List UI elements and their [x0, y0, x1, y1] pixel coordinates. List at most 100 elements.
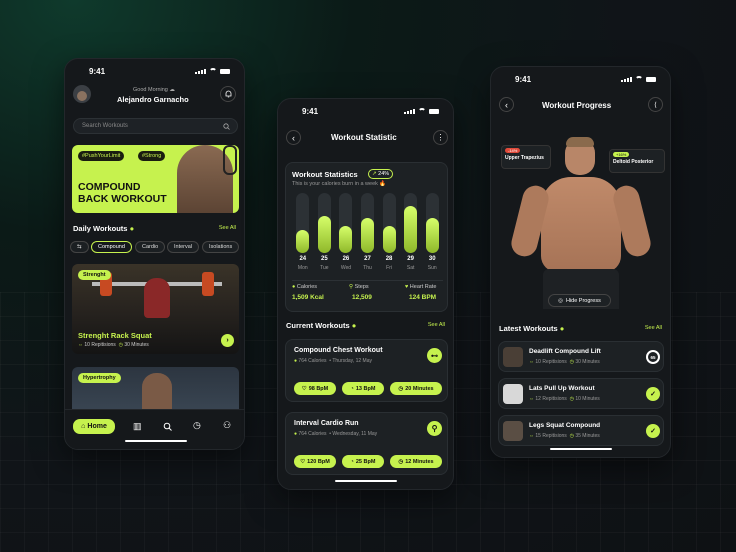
metric-heart-rate: ♥ Heart Rate — [405, 284, 436, 290]
thumbnail-image — [503, 384, 523, 404]
pill-minutes-value: 20 Minutes — [405, 385, 434, 392]
progress-ring: 65 — [646, 350, 660, 364]
latest-item-legs[interactable]: Legs Squat Compound ⇔ 15 Repitisions ◷ 3… — [498, 415, 664, 446]
signal-icon — [404, 109, 415, 114]
current-workouts-label: Current Workouts — [286, 321, 350, 330]
stats-icon[interactable]: ▥ — [133, 421, 142, 432]
dot-icon: ● — [559, 324, 565, 333]
filter-more[interactable]: ⇆ — [70, 241, 89, 253]
battery-icon — [646, 77, 656, 82]
hero-tag-2: #Strong — [138, 151, 166, 161]
search-bar[interactable]: Search Workouts — [73, 118, 238, 134]
clock-icon: ◷ — [118, 342, 123, 348]
hero-banner[interactable]: #PushYourLimit #Strong COMPOUND BACK WOR… — [72, 145, 239, 213]
clock-icon: ◷ — [398, 458, 404, 465]
metric-steps: ⚲ Steps — [349, 284, 369, 290]
back-button[interactable]: ‹ — [286, 130, 301, 145]
pill-bpm: ♡ 120 BpM — [294, 455, 336, 468]
pill-bpm-2-value: 13 BpM — [355, 385, 376, 392]
battery-icon — [220, 69, 230, 74]
see-all-link[interactable]: See All — [219, 225, 236, 231]
status-bar: 9:41 — [491, 75, 670, 87]
profile-icon[interactable]: ⚇ — [223, 420, 231, 431]
pill-bpm-value: 98 BpM — [308, 385, 329, 392]
dumbbell-icon[interactable]: ⊷ — [427, 348, 442, 363]
workout-date: Thursday, 12 May — [332, 358, 372, 364]
share-button[interactable]: ⟨ — [648, 97, 663, 112]
item-reps: 15 Repitisions — [535, 433, 567, 439]
filter-isolations[interactable]: Isolations — [202, 241, 240, 253]
bar-tue[interactable] — [317, 215, 331, 253]
notification-button[interactable] — [220, 86, 236, 102]
clock-icon: ◷ — [569, 396, 574, 402]
item-title: Legs Squat Compound — [529, 422, 601, 429]
search-icon[interactable] — [163, 422, 172, 431]
item-mins: 35 Minutes — [575, 433, 600, 439]
tag-deltoid-posterior[interactable]: +16% Deltoid Posterior — [609, 149, 665, 173]
search-icon — [223, 123, 230, 130]
latest-item-deadlift[interactable]: Deadlift Compound Lift ⇔ 10 Repitisions … — [498, 341, 664, 372]
divider — [292, 280, 443, 281]
tag-upper-trapezius[interactable]: -14% Upper Trapezius — [501, 145, 551, 169]
metric-calories: ● Calories — [292, 284, 317, 290]
bar-sat[interactable] — [404, 206, 418, 253]
weight-plate-right — [202, 272, 214, 296]
workout-card-chest[interactable]: Compound Chest Workout ● 764 Calories • … — [285, 339, 448, 402]
workout-card-hypertrophy[interactable]: Hypertrophy — [72, 367, 239, 413]
metric-steps-value: 12,509 — [352, 294, 372, 301]
pill-bpm-2: ◔ 25 BpM — [342, 455, 384, 468]
item-meta: ⇔ 10 Repitisions ◷ 30 Minutes — [529, 359, 600, 365]
back-button[interactable]: ‹ — [499, 97, 514, 112]
pill-bpm-value: 120 BpM — [307, 458, 330, 465]
clock-icon: ◷ — [569, 433, 574, 439]
status-time: 9:41 — [89, 67, 106, 76]
tag-label: Deltoid Posterior — [613, 159, 654, 165]
history-icon[interactable]: ◷ — [193, 420, 201, 431]
filter-compound[interactable]: Compound — [91, 241, 132, 253]
avatar[interactable] — [73, 85, 91, 103]
hide-progress-label: Hide Progress — [565, 297, 601, 304]
stats-subtitle: This is your calories burn in a week 🔥 — [292, 181, 387, 187]
hair-image — [566, 137, 594, 147]
workout-meta: ⇔ 10 Repitisions ◷ 30 Minutes — [78, 342, 149, 348]
see-all-link[interactable]: See All — [428, 322, 445, 328]
latest-item-lats[interactable]: Lats Pull Up Workout ⇔ 12 Repitisions ◷ … — [498, 378, 664, 409]
workout-card-cardio[interactable]: Interval Cardio Run ● 764 Calories • Wed… — [285, 412, 448, 475]
workout-calories: 764 Calories — [298, 431, 327, 437]
tick-day: Tue — [320, 265, 329, 271]
chart-x-labels: 24 Mon 25 Tue 26 Wed 27 Thu 28 Fri 29 Sat 30 Sun — [292, 256, 443, 276]
bar-mon[interactable] — [296, 230, 310, 253]
workout-title: Strenght Rack Squat — [78, 331, 152, 340]
page-title: Workout Progress — [542, 101, 612, 110]
workout-mins: 30 Minutes — [124, 342, 149, 348]
clock-icon: ◷ — [569, 359, 574, 365]
eye-off-icon: ◎ — [558, 297, 563, 304]
see-all-link[interactable]: See All — [645, 325, 662, 331]
chevron-right-icon[interactable]: › — [221, 334, 234, 347]
bar-thu[interactable] — [361, 218, 374, 253]
hide-progress-button[interactable]: ◎ Hide Progress — [548, 294, 611, 307]
bar-sun[interactable] — [425, 218, 439, 253]
workout-calories: 764 Calories — [298, 358, 327, 364]
home-icon: ⌂ — [81, 423, 86, 430]
workout-card-strenght[interactable]: Strenght Strenght Rack Squat ⇔ 10 Repiti… — [72, 264, 239, 354]
filter-cardio[interactable]: Cardio — [135, 241, 166, 253]
bar-fri[interactable] — [382, 226, 396, 253]
runner-icon[interactable]: ⚲ — [427, 421, 442, 436]
tick-day: Mon — [297, 265, 308, 271]
signal-icon — [621, 77, 632, 82]
bar-chart — [292, 193, 443, 253]
hero-title-line-1: COMPOUND — [78, 181, 141, 193]
rings-image — [223, 145, 237, 175]
filter-interval[interactable]: Interval — [167, 241, 200, 253]
tag-label: Upper Trapezius — [505, 155, 544, 161]
tag-badge: -14% — [505, 148, 521, 153]
more-button[interactable]: ⋮ — [433, 130, 448, 145]
bell-icon — [225, 90, 231, 98]
bar-wed[interactable] — [339, 226, 353, 253]
hero-title-line-2: BACK WORKOUT — [78, 193, 167, 205]
heart-icon: ♡ — [300, 458, 306, 465]
nav-home[interactable]: ⌂ Home — [73, 419, 115, 434]
status-time: 9:41 — [302, 107, 319, 116]
metric-steps-label: Steps — [354, 284, 369, 290]
